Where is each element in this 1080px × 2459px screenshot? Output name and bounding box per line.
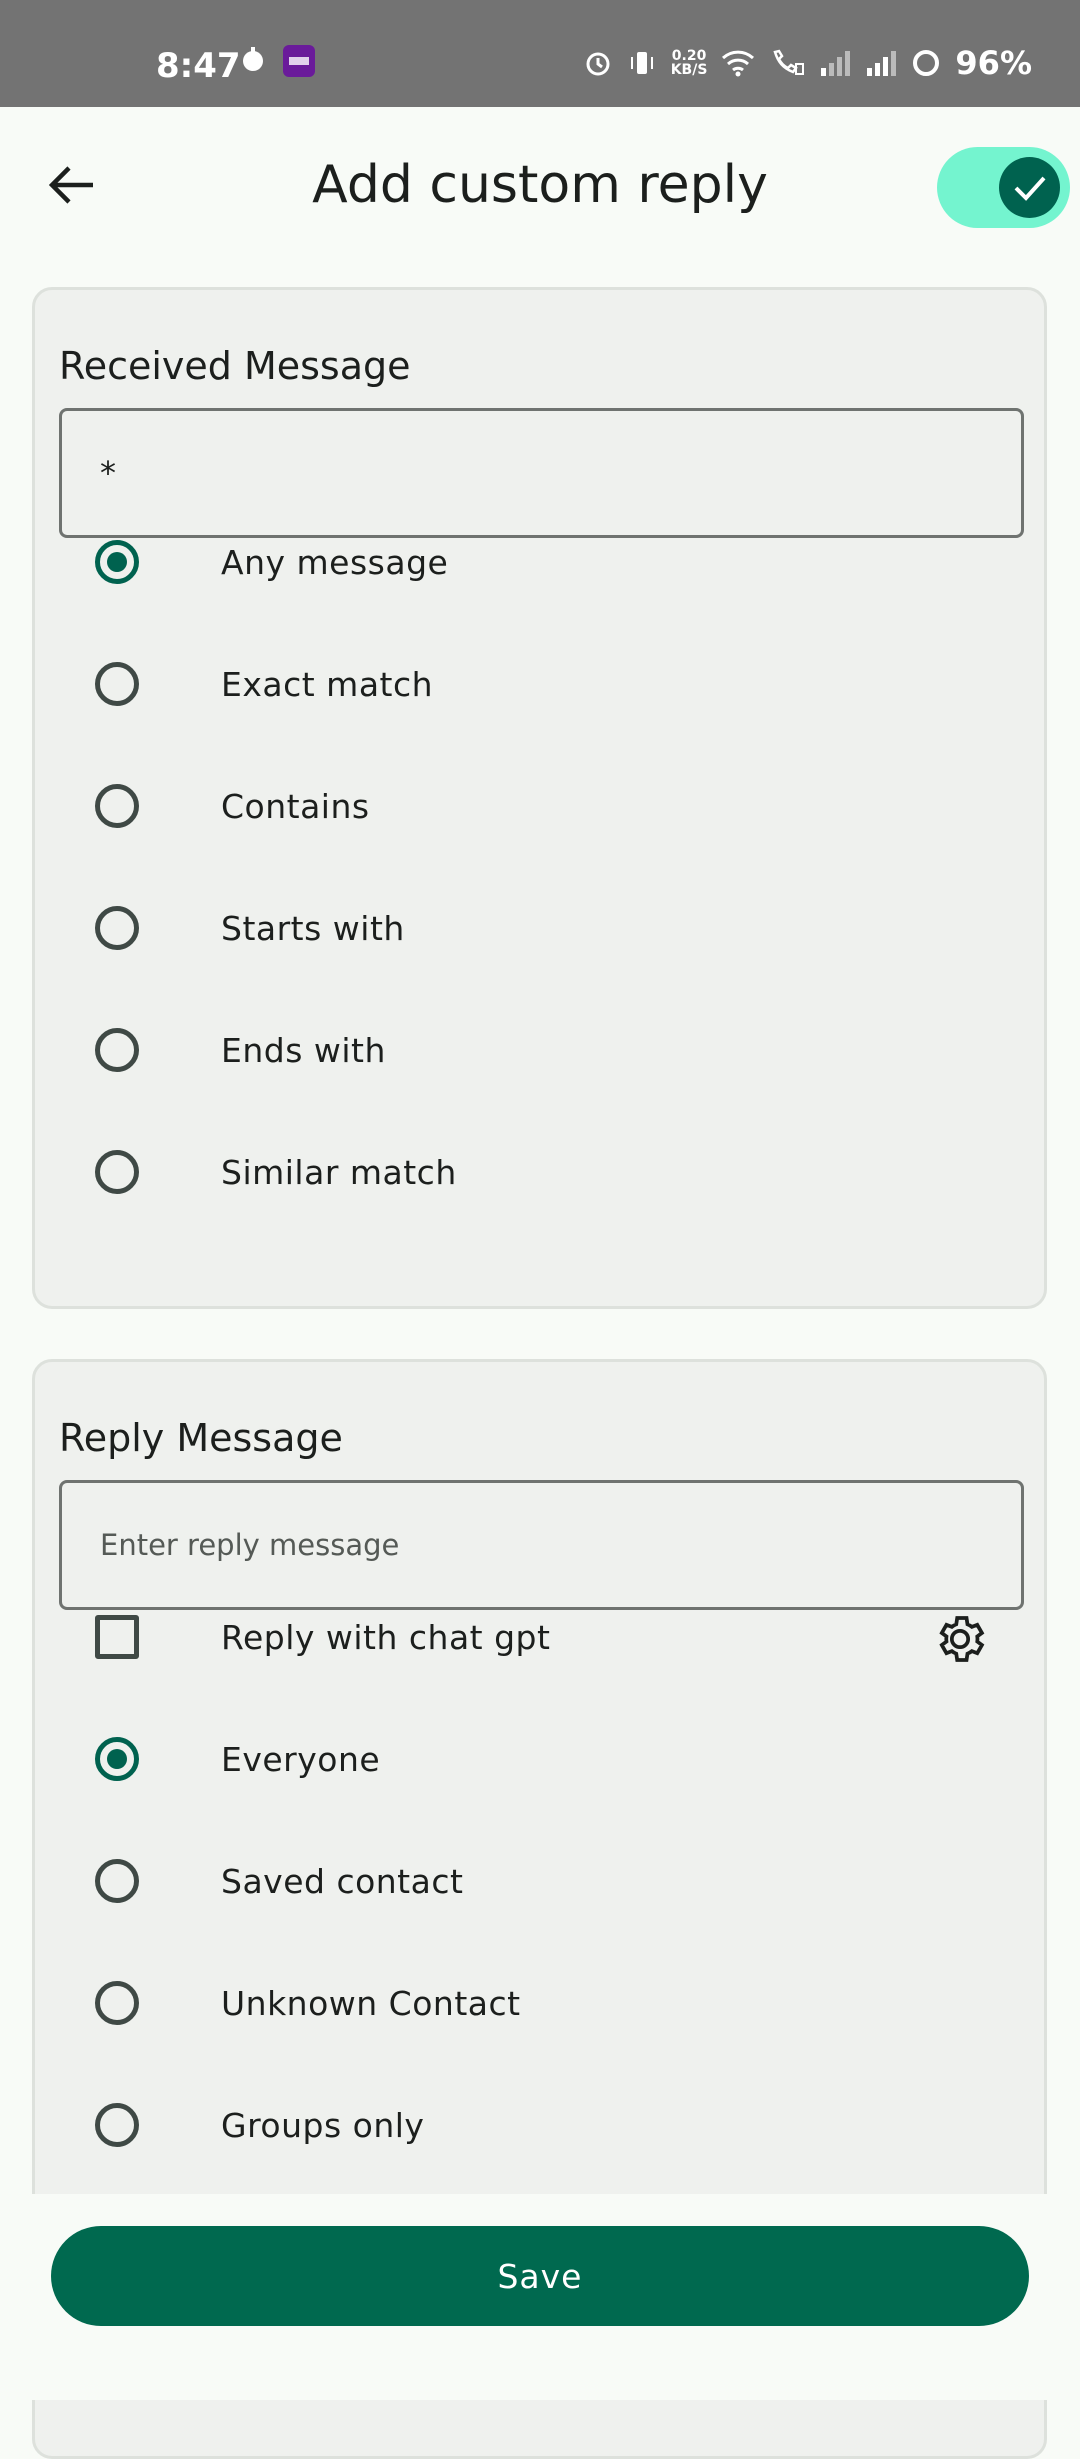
received-message-card: Received Message * Any message Exact mat… <box>32 287 1047 1309</box>
reply-message-title: Reply Message <box>59 1416 343 1460</box>
option-label: Unknown Contact <box>221 1983 521 2023</box>
check-icon <box>1014 176 1045 201</box>
option-label: Similar match <box>221 1152 457 1192</box>
option-groups-only[interactable]: Groups only <box>95 2075 1024 2175</box>
radio-button[interactable] <box>95 1859 139 1903</box>
radio-button[interactable] <box>95 2103 139 2147</box>
notification-app-icon <box>243 47 263 71</box>
option-label: Everyone <box>221 1739 381 1779</box>
option-label: Groups only <box>221 2105 425 2145</box>
radio-button[interactable] <box>95 1150 139 1194</box>
option-contains[interactable]: Contains <box>95 756 1024 856</box>
option-reply-chat-gpt[interactable]: Reply with chat gpt <box>95 1587 1024 1687</box>
toggle-knob <box>999 157 1060 218</box>
battery-percent: 96% <box>955 44 1032 82</box>
option-label: Contains <box>221 786 370 826</box>
status-right-icons: 0.20 KB/S 96% <box>583 44 1032 82</box>
yono-app-icon <box>283 45 315 77</box>
status-time: 8:47 <box>156 46 241 86</box>
option-unknown-contact[interactable]: Unknown Contact <box>95 1953 1024 2053</box>
signal-icon <box>821 51 851 76</box>
signal-icon <box>867 51 897 76</box>
radio-button[interactable] <box>95 784 139 828</box>
battery-icon <box>913 50 940 76</box>
network-speed: 0.20 KB/S <box>671 49 708 77</box>
alarm-icon <box>586 52 610 76</box>
status-bar: 8:47 0.20 KB/S 96% <box>0 0 1080 107</box>
radio-button[interactable] <box>95 1028 139 1072</box>
speed-value: 0.20 <box>671 48 707 64</box>
speed-unit: KB/S <box>670 62 708 78</box>
option-label: Starts with <box>221 908 405 948</box>
option-label: Saved contact <box>221 1861 464 1901</box>
wifi-icon <box>722 50 755 77</box>
app-bar: Add custom reply <box>0 107 1080 267</box>
received-message-title: Received Message <box>59 344 411 388</box>
page-title: Add custom reply <box>312 155 768 215</box>
enable-toggle[interactable] <box>937 147 1070 228</box>
vibrate-icon <box>630 52 653 74</box>
save-button[interactable]: Save <box>51 2226 1029 2326</box>
call-icon <box>773 49 805 75</box>
option-similar-match[interactable]: Similar match <box>95 1122 1024 1222</box>
option-ends-with[interactable]: Ends with <box>95 1000 1024 1100</box>
radio-button[interactable] <box>95 1981 139 2025</box>
option-starts-with[interactable]: Starts with <box>95 878 1024 978</box>
option-exact-match[interactable]: Exact match <box>95 634 1024 734</box>
bottom-bar: Save <box>0 2194 1080 2400</box>
option-label: Exact match <box>221 664 434 704</box>
radio-button[interactable] <box>95 540 139 584</box>
option-label: Any message <box>221 542 449 582</box>
gear-icon[interactable] <box>932 1611 988 1667</box>
option-everyone[interactable]: Everyone <box>95 1709 1024 1809</box>
radio-button[interactable] <box>95 906 139 950</box>
radio-button[interactable] <box>95 662 139 706</box>
option-label: Reply with chat gpt <box>221 1617 551 1657</box>
option-any-message[interactable]: Any message <box>95 512 1024 612</box>
option-label: Ends with <box>221 1030 386 1070</box>
status-left-icons <box>238 44 316 78</box>
option-saved-contact[interactable]: Saved contact <box>95 1831 1024 1931</box>
chat-gpt-checkbox[interactable] <box>95 1615 139 1659</box>
radio-button[interactable] <box>95 1737 139 1781</box>
